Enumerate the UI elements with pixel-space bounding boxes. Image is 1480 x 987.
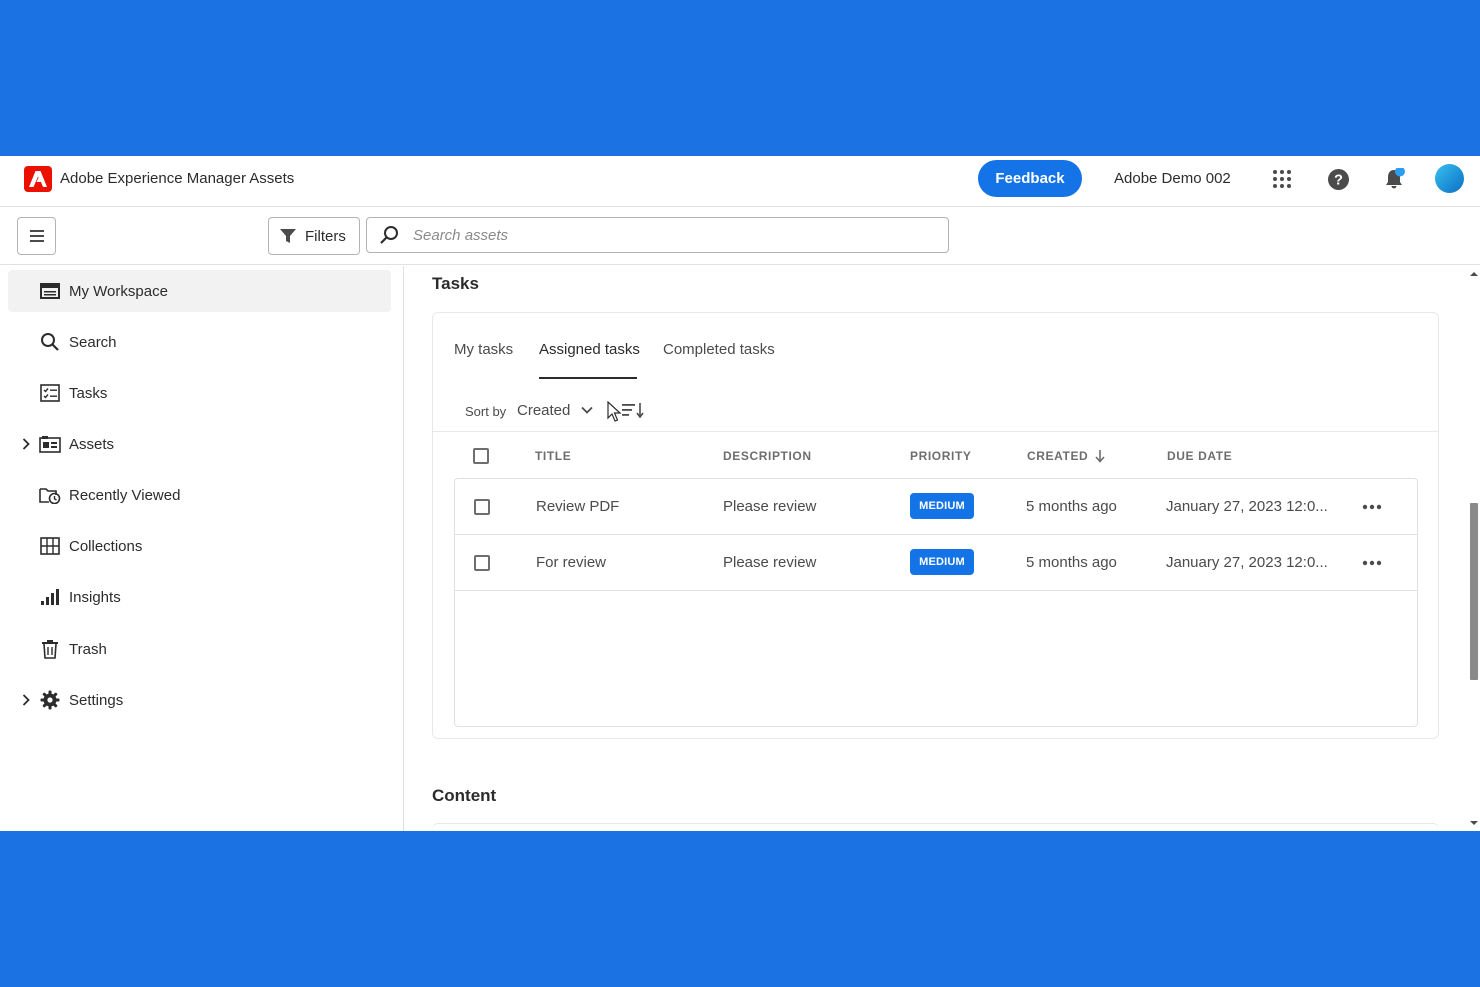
settings-icon	[39, 689, 61, 711]
sort-direction-icon[interactable]	[621, 401, 645, 419]
table-header: TITLE DESCRIPTION PRIORITY CREATED DUE D…	[433, 432, 1438, 478]
column-header-title[interactable]: TITLE	[535, 449, 571, 463]
more-actions-icon[interactable]	[1360, 553, 1384, 573]
trash-icon	[39, 638, 61, 660]
column-header-description[interactable]: DESCRIPTION	[723, 449, 812, 463]
sidebar-item-label: Trash	[69, 640, 107, 658]
row-checkbox[interactable]	[474, 555, 490, 571]
task-title[interactable]: For review	[536, 554, 606, 571]
notifications-icon[interactable]	[1383, 168, 1405, 190]
sort-dropdown[interactable]: Created	[517, 402, 570, 419]
sidebar-item-my-workspace[interactable]: My Workspace	[8, 270, 391, 312]
hamburger-menu-button[interactable]	[17, 217, 56, 255]
active-tab-indicator	[539, 377, 637, 379]
hamburger-icon	[29, 230, 44, 242]
task-created: 5 months ago	[1026, 554, 1117, 571]
content-section-title: Content	[432, 786, 497, 805]
sidebar-item-label: Assets	[69, 435, 115, 453]
sort-label: Sort by	[465, 404, 507, 419]
task-table-body: Review PDF Please review MEDIUM 5 months…	[454, 478, 1418, 727]
task-due-date: January 27, 2023 12:0...	[1166, 498, 1328, 515]
sidebar-item-tasks[interactable]: Tasks	[8, 372, 391, 414]
mouse-cursor-icon	[607, 401, 622, 422]
row-checkbox[interactable]	[474, 499, 490, 515]
main-content: Tasks My tasks Assigned tasks Completed …	[405, 266, 1468, 831]
toolbar: Filters	[0, 208, 1480, 265]
adobe-logo-icon[interactable]	[24, 166, 52, 192]
task-created: 5 months ago	[1026, 498, 1117, 515]
task-description: Please review	[723, 554, 817, 571]
sidebar-item-label: Collections	[69, 537, 143, 555]
priority-badge: MEDIUM	[910, 549, 974, 575]
sidebar-item-settings[interactable]: Settings	[8, 679, 391, 721]
search-box[interactable]	[366, 217, 949, 253]
app-title: Adobe Experience Manager Assets	[60, 170, 295, 187]
chevron-right-icon[interactable]	[20, 437, 32, 451]
tab-assigned-tasks[interactable]: Assigned tasks	[539, 341, 640, 358]
tasks-card: My tasks Assigned tasks Completed tasks …	[432, 312, 1439, 739]
scroll-up-icon[interactable]	[1470, 270, 1478, 278]
table-row[interactable]: For review Please review MEDIUM 5 months…	[455, 535, 1417, 591]
app-window: Adobe Experience Manager Assets Feedback…	[0, 156, 1480, 831]
sidebar-item-trash[interactable]: Trash	[8, 628, 391, 670]
tasks-icon	[39, 382, 61, 404]
search-input[interactable]	[413, 226, 913, 244]
svg-text:?: ?	[1334, 172, 1343, 188]
chevron-down-icon[interactable]	[580, 403, 594, 417]
scroll-thumb[interactable]	[1470, 503, 1478, 680]
workspace-icon	[39, 280, 61, 302]
sidebar-item-label: Settings	[69, 691, 124, 709]
chevron-right-icon[interactable]	[20, 693, 32, 707]
help-icon[interactable]: ?	[1327, 168, 1349, 190]
more-actions-icon[interactable]	[1360, 497, 1384, 517]
recently-viewed-icon	[39, 484, 61, 506]
sidebar-item-search[interactable]: Search	[8, 321, 391, 363]
org-switcher[interactable]: Adobe Demo 002	[1114, 170, 1231, 187]
search-icon	[380, 226, 398, 244]
top-header: Adobe Experience Manager Assets Feedback…	[0, 156, 1480, 207]
priority-badge: MEDIUM	[910, 493, 974, 519]
task-title[interactable]: Review PDF	[536, 498, 619, 515]
user-avatar[interactable]	[1435, 164, 1464, 193]
sidebar-item-label: Search	[69, 333, 117, 351]
collections-icon	[39, 535, 61, 557]
app-switcher-icon[interactable]	[1271, 168, 1293, 190]
column-header-due-date[interactable]: DUE DATE	[1167, 449, 1232, 463]
sidebar-item-recently-viewed[interactable]: Recently Viewed	[8, 474, 391, 516]
sidebar-item-label: Insights	[69, 588, 121, 606]
filter-icon	[280, 229, 296, 243]
column-header-created[interactable]: CREATED	[1027, 449, 1088, 463]
insights-icon	[39, 586, 61, 608]
tab-my-tasks[interactable]: My tasks	[454, 341, 513, 358]
filters-label: Filters	[305, 227, 346, 245]
tab-completed-tasks[interactable]: Completed tasks	[663, 341, 775, 358]
select-all-checkbox[interactable]	[473, 448, 489, 464]
assets-icon	[39, 433, 61, 455]
sidebar-item-label: Recently Viewed	[69, 486, 181, 504]
sidebar-item-label: My Workspace	[69, 282, 168, 300]
sidebar-item-insights[interactable]: Insights	[8, 576, 391, 618]
sidebar-item-assets[interactable]: Assets	[8, 423, 391, 465]
search-icon	[39, 331, 61, 353]
scroll-down-icon[interactable]	[1470, 819, 1478, 827]
sidebar: My Workspace Search Tasks Assets Recentl…	[0, 266, 404, 831]
content-card	[432, 823, 1439, 831]
arrow-down-icon[interactable]	[1094, 449, 1106, 463]
feedback-button[interactable]: Feedback	[978, 160, 1082, 197]
sidebar-item-label: Tasks	[69, 384, 108, 402]
task-description: Please review	[723, 498, 817, 515]
task-due-date: January 27, 2023 12:0...	[1166, 554, 1328, 571]
filters-button[interactable]: Filters	[268, 217, 360, 255]
table-row[interactable]: Review PDF Please review MEDIUM 5 months…	[455, 479, 1417, 535]
sidebar-item-collections[interactable]: Collections	[8, 525, 391, 567]
column-header-priority[interactable]: PRIORITY	[910, 449, 971, 463]
tasks-section-title: Tasks	[432, 274, 479, 293]
main-scrollbar[interactable]	[1468, 266, 1480, 831]
